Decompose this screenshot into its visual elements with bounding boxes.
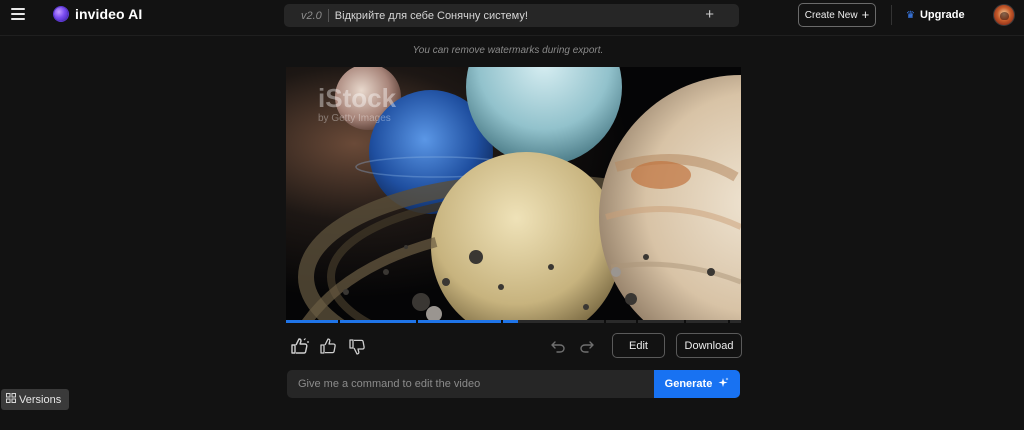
command-input[interactable] <box>287 370 653 398</box>
logo[interactable]: invideo AI <box>54 6 142 22</box>
clip-boundary-tick <box>636 320 638 323</box>
edit-button[interactable]: Edit <box>612 333 665 358</box>
version-label: v2.0 <box>301 9 322 22</box>
versions-grid-icon <box>6 393 16 406</box>
create-new-label: Create New <box>804 9 858 21</box>
header-divider <box>891 5 892 25</box>
create-new-button[interactable]: Create New + <box>798 3 876 27</box>
download-button[interactable]: Download <box>676 333 742 358</box>
video-frame-image: iStock by Getty Images <box>286 67 741 323</box>
thumbs-down-icon[interactable] <box>349 339 365 355</box>
thumbs-up-icon[interactable] <box>320 338 336 354</box>
hamburger-menu-icon[interactable] <box>11 8 25 20</box>
clip-boundary-tick <box>501 320 503 323</box>
invideo-logo-icon <box>54 7 68 21</box>
progress-fill <box>286 320 519 323</box>
clip-boundary-tick <box>416 320 418 323</box>
user-avatar[interactable] <box>993 4 1015 26</box>
clip-boundary-tick <box>728 320 730 323</box>
command-bar: Generate <box>287 370 740 398</box>
watermark-subtext: by Getty Images <box>318 113 391 124</box>
undo-icon[interactable] <box>550 338 566 354</box>
watermark-text: iStock <box>318 83 397 113</box>
logo-text: invideo AI <box>75 6 143 22</box>
add-prompt-plus-icon[interactable]: + <box>705 6 714 23</box>
top-header: invideo AI v2.0 Відкрийте для себе Соняч… <box>0 0 1024 36</box>
video-preview[interactable]: iStock by Getty Images <box>286 67 741 323</box>
project-prompt-text: Відкрийте для себе Сонячну систему! <box>334 9 528 22</box>
video-progress-bar[interactable] <box>286 320 741 323</box>
upgrade-label: Upgrade <box>919 9 965 21</box>
prompt-divider <box>327 9 329 22</box>
generate-button[interactable]: Generate <box>654 370 740 398</box>
redo-icon[interactable] <box>579 338 595 354</box>
plus-icon: + <box>861 7 870 22</box>
sparkle-icon <box>718 377 729 391</box>
upgrade-button[interactable]: ♛ Upgrade <box>906 9 965 21</box>
love-it-icon[interactable] <box>290 337 310 355</box>
versions-label: Versions <box>19 393 62 406</box>
clip-boundary-tick <box>604 320 606 323</box>
crown-icon: ♛ <box>906 9 915 21</box>
project-prompt-bar[interactable]: v2.0 Відкрийте для себе Сонячну систему!… <box>284 4 739 27</box>
clip-boundary-tick <box>338 320 340 323</box>
generate-label: Generate <box>664 378 713 390</box>
watermark-notice: You can remove watermarks during export. <box>412 45 604 56</box>
clip-boundary-tick <box>684 320 686 323</box>
versions-button[interactable]: Versions <box>1 389 69 410</box>
